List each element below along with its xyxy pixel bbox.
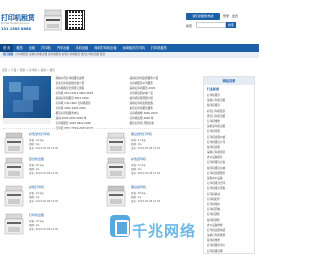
product-name[interactable]: 彩色激光打印机 bbox=[29, 132, 50, 136]
printer-image bbox=[44, 9, 62, 31]
news-item[interactable]: · 租赁打印机 月租方案 bbox=[128, 121, 198, 126]
sidebar: 网站目录 行业新闻 打印机租赁 深圳打印机出租 复印机租赁 彩色打印机租赁 激光打印机出… bbox=[203, 76, 255, 254]
news-list-right: · 深圳打印机出租服务介绍 · 打印机租赁公司服务 · 深圳打印机租赁 2020… bbox=[128, 76, 198, 126]
nav-item-phone[interactable]: 手机出租 bbox=[72, 44, 91, 52]
product-date: 发布: 2024-05-08 12:00 bbox=[29, 172, 59, 175]
watermark-logo-icon bbox=[110, 215, 130, 237]
hot-search-label: 热门搜索 bbox=[3, 53, 14, 56]
product-card[interactable]: 黑白激光打印机 月租: 21.9元 租期: 1年 发布: 2024-05-08 12:… bbox=[105, 131, 201, 156]
product-card[interactable]: 彩色复印机 月租: 32.9元 租期: 1年 发布: 2024-05-08 12:00 bbox=[105, 156, 201, 181]
product-name[interactable]: 黑白复印机 bbox=[131, 185, 146, 189]
member-link[interactable]: 会员 bbox=[232, 14, 238, 18]
sidebar-subtitle: 行业新闻 bbox=[207, 87, 220, 91]
search-label: 搜索 bbox=[186, 24, 193, 28]
nav-item-printer-rental[interactable]: 打印机租赁 bbox=[148, 44, 170, 52]
product-date: 发布: 2024-05-08 12:00 bbox=[131, 147, 161, 150]
product-image[interactable] bbox=[105, 184, 127, 208]
site-header: 打印机租赁 Printer Rental Service 131 1585 88… bbox=[0, 0, 259, 44]
sidebar-list: 打印机租赁 深圳打印机出租 复印机租赁 彩色打印机租赁 激光打印机出租 打印机维修 深圳复印… bbox=[204, 93, 254, 254]
nav-item-rental[interactable]: 租赁 bbox=[13, 44, 25, 52]
product-card[interactable]: 黑白复印机 月租: 28.9元 租期: 1年 发布: 2024-05-08 12:00 bbox=[105, 184, 201, 209]
nav-item-home[interactable]: 首 页 bbox=[0, 44, 14, 52]
main-nav: 首 页 租赁 出租 打印机 汽车出租 手机出租 深圳打印机出租 深圳租赁打印机 … bbox=[0, 44, 259, 52]
nav-item-shenzhen-printer[interactable]: 深圳打印机出租 bbox=[91, 44, 119, 52]
nav-item-car[interactable]: 汽车出租 bbox=[54, 44, 73, 52]
hotline-button[interactable]: 我们的服务热线 bbox=[186, 13, 220, 20]
product-image[interactable] bbox=[3, 184, 25, 208]
nav-item-shenzhen-lease[interactable]: 深圳租赁打印机 bbox=[120, 44, 148, 52]
banner-image[interactable] bbox=[3, 76, 51, 124]
watermark-text: 千兆网络 bbox=[132, 222, 197, 240]
logo-subtitle: Printer Rental Service bbox=[1, 22, 30, 25]
nav-item-printer[interactable]: 打印机 bbox=[38, 44, 54, 52]
product-image[interactable] bbox=[3, 156, 25, 180]
qr-code-image bbox=[65, 10, 85, 30]
product-date: 发布: 2024-05-08 12:00 bbox=[29, 228, 59, 231]
product-card[interactable]: 打印机出租 月租: 19.9元 租期: 1年 发布: 2024-05-08 12:00 bbox=[3, 212, 99, 237]
product-name[interactable]: 复合机出租 bbox=[29, 157, 44, 161]
hot-search-links[interactable]: 打印机租赁 深圳打印机出租 复印机租赁 彩色打印机租赁 激光打印机出租 租赁 bbox=[15, 53, 105, 56]
news-list-left: · 科技公司打印机租赁说明 · 企业打印机出租方案介绍 · 打印机租赁合同签订流… bbox=[54, 76, 124, 131]
site-logo[interactable]: 打印机租赁 Printer Rental Service 131 1585 88… bbox=[0, 10, 44, 36]
login-link[interactable]: 登录 bbox=[223, 14, 229, 18]
product-card[interactable]: 彩色打印机 月租: 24.9元 租期: 1年 发布: 2024-05-08 12:00 bbox=[3, 184, 99, 209]
sidebar-title: 网站目录 bbox=[204, 77, 254, 85]
breadcrumb: 首页 > 产品 > 租赁 > 打印机 > 深圳 > 租赁 bbox=[2, 69, 55, 72]
divider bbox=[3, 128, 199, 129]
product-image[interactable] bbox=[3, 131, 25, 155]
product-card[interactable]: 彩色激光打印机 月租: 19.9元 租期: 1年 发布: 2024-05-08 12:… bbox=[3, 131, 99, 156]
product-name[interactable]: 打印机出租 bbox=[29, 213, 44, 217]
product-date: 发布: 2024-05-08 12:00 bbox=[131, 172, 161, 175]
product-image[interactable] bbox=[3, 212, 25, 236]
product-card[interactable]: 复合机出租 月租: 20.9元 租期: 1年 发布: 2024-05-08 12:00 bbox=[3, 156, 99, 181]
search-button[interactable]: 搜索 bbox=[226, 22, 236, 28]
product-name[interactable]: 彩色复印机 bbox=[131, 157, 146, 161]
hot-search-bar: 热门搜索 打印机租赁 深圳打印机出租 复印机租赁 彩色打印机租赁 激光打印机出租 … bbox=[0, 52, 259, 58]
nav-item-lease[interactable]: 出租 bbox=[26, 44, 38, 52]
product-image[interactable] bbox=[105, 156, 127, 180]
product-date: 发布: 2024-05-08 12:00 bbox=[131, 200, 161, 203]
logo-phone: 131 1585 8888 bbox=[1, 27, 32, 31]
product-name[interactable]: 黑白激光打印机 bbox=[131, 132, 152, 136]
product-date: 发布: 2024-05-08 12:00 bbox=[29, 200, 59, 203]
product-image[interactable] bbox=[105, 131, 127, 155]
sidebar-item[interactable]: 打印机租赁网 bbox=[204, 249, 254, 254]
product-date: 发布: 2024-05-08 12:00 bbox=[29, 147, 59, 150]
product-name[interactable]: 彩色打印机 bbox=[29, 185, 44, 189]
search-input[interactable] bbox=[196, 22, 226, 28]
